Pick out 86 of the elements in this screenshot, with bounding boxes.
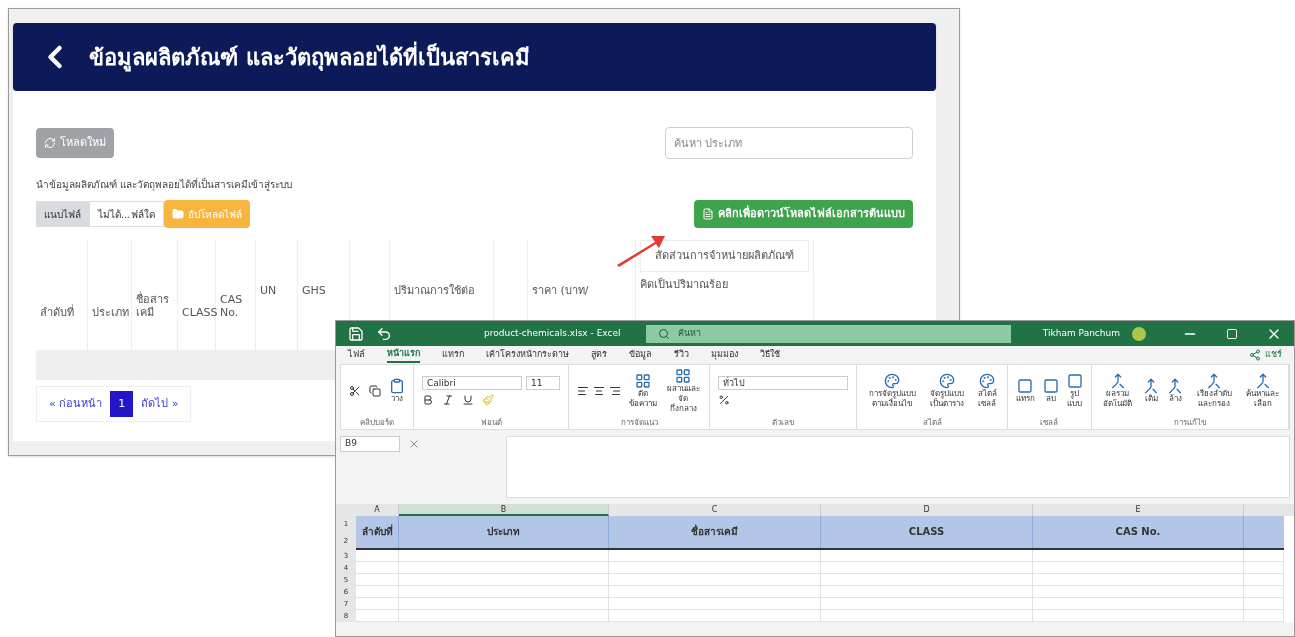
ribbon-icon xyxy=(1167,378,1184,394)
choose-file-button[interactable]: แนบไฟล์ xyxy=(36,201,89,227)
align-left-icon[interactable] xyxy=(577,385,589,397)
ribbon-button[interactable]: ผลรวมอัตโนมัติ xyxy=(1099,373,1136,409)
ribbon-group-label: สไตล์ xyxy=(921,417,943,429)
ribbon-group-label: คลิปบอร์ด xyxy=(359,417,395,429)
ribbon-tab[interactable]: ข้อมูล xyxy=(629,348,652,362)
cut-icon[interactable] xyxy=(349,385,361,397)
page-link[interactable]: ถัดไป » xyxy=(133,391,187,417)
undo-icon[interactable] xyxy=(376,325,392,342)
search-icon xyxy=(658,327,670,340)
align-center-icon[interactable] xyxy=(593,385,605,397)
font-size-field[interactable]: 11 xyxy=(526,376,560,390)
ribbon-group-label: การจัดแนว xyxy=(619,417,659,429)
ribbon-button[interactable]: วาง xyxy=(389,378,405,404)
folder-icon xyxy=(171,208,184,220)
document-icon xyxy=(702,208,714,220)
share-icon xyxy=(1249,349,1261,361)
ribbon-group-label: ตัวเลข xyxy=(771,417,796,429)
ribbon-button[interactable]: ผสานและจัดกึ่งกลาง xyxy=(665,368,702,414)
share-button[interactable]: แชร์ xyxy=(1249,348,1282,362)
ribbon-tab[interactable]: มุมมอง xyxy=(711,348,738,362)
ribbon-tab[interactable]: วิธีใช้ xyxy=(760,348,780,362)
ribbon-tab[interactable]: เค้าโครงหน้ากระดาษ xyxy=(486,348,569,362)
save-icon[interactable] xyxy=(348,325,364,342)
ribbon-group-label: เซลล์ xyxy=(1039,417,1060,429)
ribbon-icon xyxy=(1254,373,1271,389)
ribbon-tab[interactable]: หน้าแรก xyxy=(387,347,420,363)
page-link[interactable]: « ก่อนหน้า xyxy=(41,391,111,417)
refresh-icon xyxy=(44,137,56,149)
ribbon-group-label: การแก้ไข xyxy=(1172,417,1207,429)
ribbon-icon xyxy=(1143,378,1160,394)
cancel-icon[interactable] xyxy=(408,438,420,450)
ribbon-tab[interactable]: แทรก xyxy=(442,348,464,362)
ribbon-icon xyxy=(389,378,405,394)
page-title: ข้อมูลผลิตภัณฑ์ และวัตถุพลอยได้ที่เป็นสารเคมี xyxy=(89,40,530,74)
name-box[interactable]: B9 xyxy=(340,436,400,452)
ribbon-icon xyxy=(939,373,956,389)
ribbon-icon xyxy=(1042,378,1059,394)
sheet-header-cell: ประเภท xyxy=(399,516,609,548)
ribbon-button[interactable]: รูปแบบ xyxy=(1066,373,1083,409)
file-name-field: ไม่ได้...ฟล์ใด xyxy=(89,201,164,227)
ribbon-button[interactable]: เรียงลำดับและกรอง xyxy=(1191,373,1238,409)
page-link[interactable]: 1 xyxy=(110,391,134,417)
search-field[interactable]: ค้นหา xyxy=(646,324,1011,343)
ribbon-icon xyxy=(1066,373,1083,389)
bold-icon[interactable] xyxy=(422,394,434,406)
ribbon-icon xyxy=(979,373,996,389)
sheet-header-cell: CAS No. xyxy=(1033,516,1244,548)
ribbon-group-label: ฟอนต์ xyxy=(479,417,503,429)
ribbon-button[interactable]: การจัดรูปแบบตามเงื่อนไข xyxy=(865,373,919,409)
ribbon-button[interactable]: เติม xyxy=(1143,378,1160,404)
ribbon-button[interactable]: จัดรูปแบบเป็นตาราง xyxy=(926,373,969,409)
ribbon-button[interactable]: สไตล์เซลล์ xyxy=(976,373,999,409)
ribbon-button[interactable]: ลบ xyxy=(1042,378,1059,404)
user-name: Tikham Panchum xyxy=(1042,326,1120,340)
sheet-header-cell: ชื่อสารเคมี xyxy=(609,516,821,548)
ribbon-icon xyxy=(1109,373,1126,389)
number-format-field[interactable]: ทั่วไป xyxy=(718,376,849,390)
ribbon-button[interactable]: ตัดข้อความ xyxy=(629,373,657,409)
underline-icon[interactable] xyxy=(462,394,474,406)
search-field[interactable]: ค้นหา ประเภท xyxy=(665,127,913,159)
ribbon-tab[interactable]: รีวิว xyxy=(674,348,689,362)
ribbon-button[interactable]: ล้าง xyxy=(1167,378,1184,404)
ribbon-icon xyxy=(884,373,901,389)
ribbon-tab[interactable]: ไฟล์ xyxy=(348,348,365,362)
group-header: สัดส่วนการจำหน่ายผลิตภัณฑ์ xyxy=(640,240,809,272)
font-name-field[interactable]: Calibri xyxy=(422,376,522,390)
fill-color-icon[interactable] xyxy=(482,394,494,406)
ribbon-icon xyxy=(675,368,692,384)
import-label: นำข้อมูลผลิตภัณฑ์ และวัตถุพลอยได้ที่เป็นสารเคมีเข้าสู่ระบบ xyxy=(36,177,294,192)
maximize-icon[interactable] xyxy=(1226,327,1238,340)
sheet-header-cell: ลำดับที่ xyxy=(356,516,399,548)
ribbon-icon xyxy=(635,373,651,389)
ribbon-tab[interactable]: สูตร xyxy=(591,348,607,362)
ribbon-icon xyxy=(1017,378,1034,394)
avatar xyxy=(1132,326,1146,341)
sheet-header-cell: CLASS xyxy=(821,516,1033,548)
align-right-icon[interactable] xyxy=(609,385,621,397)
ribbon-button[interactable]: แทรก xyxy=(1015,378,1035,404)
italic-icon[interactable] xyxy=(442,394,454,406)
copy-icon[interactable] xyxy=(369,385,381,397)
column-header[interactable]: B xyxy=(399,504,609,516)
ribbon-icon xyxy=(1206,373,1223,389)
ribbon-button[interactable]: ค้นหาและเลือก xyxy=(1245,373,1280,409)
percent-icon[interactable] xyxy=(718,394,731,406)
